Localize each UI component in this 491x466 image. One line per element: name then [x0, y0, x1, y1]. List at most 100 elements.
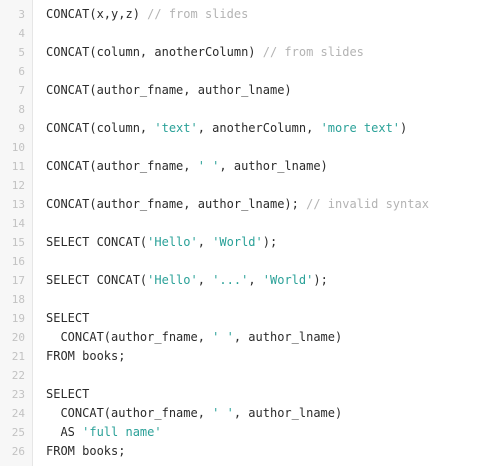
line-number: 14 — [11, 217, 25, 230]
code-line[interactable]: 3 CONCAT(x,y,z) // from slides — [0, 5, 491, 24]
code-line[interactable]: 26 FROM books; — [0, 442, 491, 461]
line-number: 4 — [18, 27, 25, 40]
code-line[interactable]: 9 CONCAT(column, 'text', anotherColumn, '… — [0, 119, 491, 138]
code-comment: // from slides — [147, 7, 249, 21]
code-line[interactable]: 15 SELECT CONCAT('Hello', 'World'); — [0, 233, 491, 252]
code-text: CONCAT(author_fname, ' ', author_lname) — [46, 328, 342, 347]
code-line[interactable]: 22 — [0, 366, 491, 385]
line-number: 13 — [11, 198, 25, 211]
code-comment: // from slides — [262, 45, 364, 59]
code-token: CONCAT(x,y,z) — [46, 7, 148, 21]
code-text: CONCAT(author_fname, author_lname); // i… — [46, 195, 429, 214]
code-line[interactable]: 17 SELECT CONCAT('Hello', '...', 'World')… — [0, 271, 491, 290]
line-number: 5 — [18, 46, 25, 59]
line-number: 6 — [18, 65, 25, 78]
code-line[interactable]: 4 — [0, 24, 491, 43]
string-literal: 'World' — [262, 273, 314, 287]
code-token: ); — [313, 273, 328, 287]
line-number: 24 — [11, 407, 25, 420]
line-number: 15 — [11, 236, 25, 249]
code-line[interactable]: 6 — [0, 62, 491, 81]
line-number: 12 — [11, 179, 25, 192]
code-token: , author_lname) — [233, 330, 343, 344]
line-number: 10 — [11, 141, 25, 154]
code-line[interactable]: 20 CONCAT(author_fname, ' ', author_lnam… — [0, 328, 491, 347]
string-literal: 'full name' — [82, 425, 162, 439]
string-literal: 'text' — [154, 121, 198, 135]
code-text: CONCAT(author_fname, ' ', author_lname) — [46, 157, 328, 176]
code-line[interactable]: 16 — [0, 252, 491, 271]
string-literal: 'Hello' — [147, 235, 198, 249]
code-token: CONCAT(column, — [46, 121, 155, 135]
code-line[interactable]: 5 CONCAT(column, anotherColumn) // from s… — [0, 43, 491, 62]
line-number: 11 — [11, 160, 25, 173]
code-area[interactable]: 3 CONCAT(x,y,z) // from slides 4 5 CONCAT(co… — [0, 5, 491, 461]
string-literal: ' ' — [212, 330, 234, 344]
line-number: 17 — [11, 274, 25, 287]
code-line[interactable]: 23 SELECT — [0, 385, 491, 404]
line-number: 16 — [11, 255, 25, 268]
code-line[interactable]: 24 CONCAT(author_fname, ' ', author_lnam… — [0, 404, 491, 423]
code-token: , author_lname) — [219, 159, 328, 173]
code-token: AS — [46, 425, 83, 439]
code-text: CONCAT(column, anotherColumn) // from sl… — [46, 43, 364, 62]
code-line[interactable]: 10 — [0, 138, 491, 157]
code-text: SELECT CONCAT('Hello', '...', 'World'); — [46, 271, 328, 290]
code-token: ); — [262, 235, 278, 249]
string-literal: ' ' — [212, 406, 234, 420]
code-token: CONCAT(author_fname, — [46, 406, 213, 420]
code-token: CONCAT(author_fname, author_lname); — [46, 197, 307, 211]
code-token: ) — [400, 121, 408, 135]
code-token: SELECT — [46, 311, 90, 325]
string-literal: '...' — [212, 273, 249, 287]
code-line[interactable]: 11 CONCAT(author_fname, ' ', author_lname… — [0, 157, 491, 176]
code-text: AS 'full name' — [46, 423, 162, 442]
code-token: SELECT CONCAT( — [46, 235, 148, 249]
code-token: , anotherColumn, — [197, 121, 321, 135]
code-token: CONCAT(column, anotherColumn) — [46, 45, 263, 59]
code-token: FROM books; — [46, 444, 126, 458]
code-token: , — [248, 273, 263, 287]
code-token: , author_lname) — [233, 406, 343, 420]
line-number: 25 — [11, 426, 25, 439]
line-number: 18 — [11, 293, 25, 306]
code-line[interactable]: 18 — [0, 290, 491, 309]
code-line[interactable]: 7 CONCAT(author_fname, author_lname) — [0, 81, 491, 100]
line-number: 22 — [11, 369, 25, 382]
code-token: CONCAT(author_fname, author_lname) — [46, 83, 292, 97]
string-literal: 'World' — [212, 235, 263, 249]
code-text: CONCAT(x,y,z) // from slides — [46, 5, 248, 24]
code-text: SELECT CONCAT('Hello', 'World'); — [46, 233, 277, 252]
string-literal: 'more text' — [320, 121, 401, 135]
code-token: FROM books; — [46, 349, 126, 363]
code-editor[interactable]: 3 CONCAT(x,y,z) // from slides 4 5 CONCAT(co… — [0, 0, 491, 466]
code-text: SELECT — [46, 309, 89, 328]
code-line[interactable]: 21 FROM books; — [0, 347, 491, 366]
line-number: 3 — [18, 8, 25, 21]
line-number: 21 — [11, 350, 25, 363]
code-token: CONCAT(author_fname, — [46, 330, 213, 344]
string-literal: 'Hello' — [147, 273, 198, 287]
code-token: SELECT — [46, 387, 90, 401]
line-number: 7 — [18, 84, 25, 97]
code-line[interactable]: 12 — [0, 176, 491, 195]
line-number: 8 — [18, 103, 25, 116]
code-text: FROM books; — [46, 442, 125, 461]
code-token: , — [197, 235, 213, 249]
code-line[interactable]: 14 — [0, 214, 491, 233]
code-comment: // invalid syntax — [306, 197, 429, 211]
code-token: SELECT CONCAT( — [46, 273, 148, 287]
code-token: , — [197, 273, 213, 287]
string-literal: ' ' — [197, 159, 220, 173]
code-text: SELECT — [46, 385, 89, 404]
code-text: CONCAT(column, 'text', anotherColumn, 'm… — [46, 119, 407, 138]
line-number: 26 — [11, 445, 25, 458]
line-number: 23 — [11, 388, 25, 401]
code-line[interactable]: 25 AS 'full name' — [0, 423, 491, 442]
code-line[interactable]: 13 CONCAT(author_fname, author_lname); //… — [0, 195, 491, 214]
code-text: FROM books; — [46, 347, 125, 366]
code-token: CONCAT(author_fname, — [46, 159, 198, 173]
code-line[interactable]: 8 — [0, 100, 491, 119]
code-text: CONCAT(author_fname, ' ', author_lname) — [46, 404, 342, 423]
code-line[interactable]: 19 SELECT — [0, 309, 491, 328]
